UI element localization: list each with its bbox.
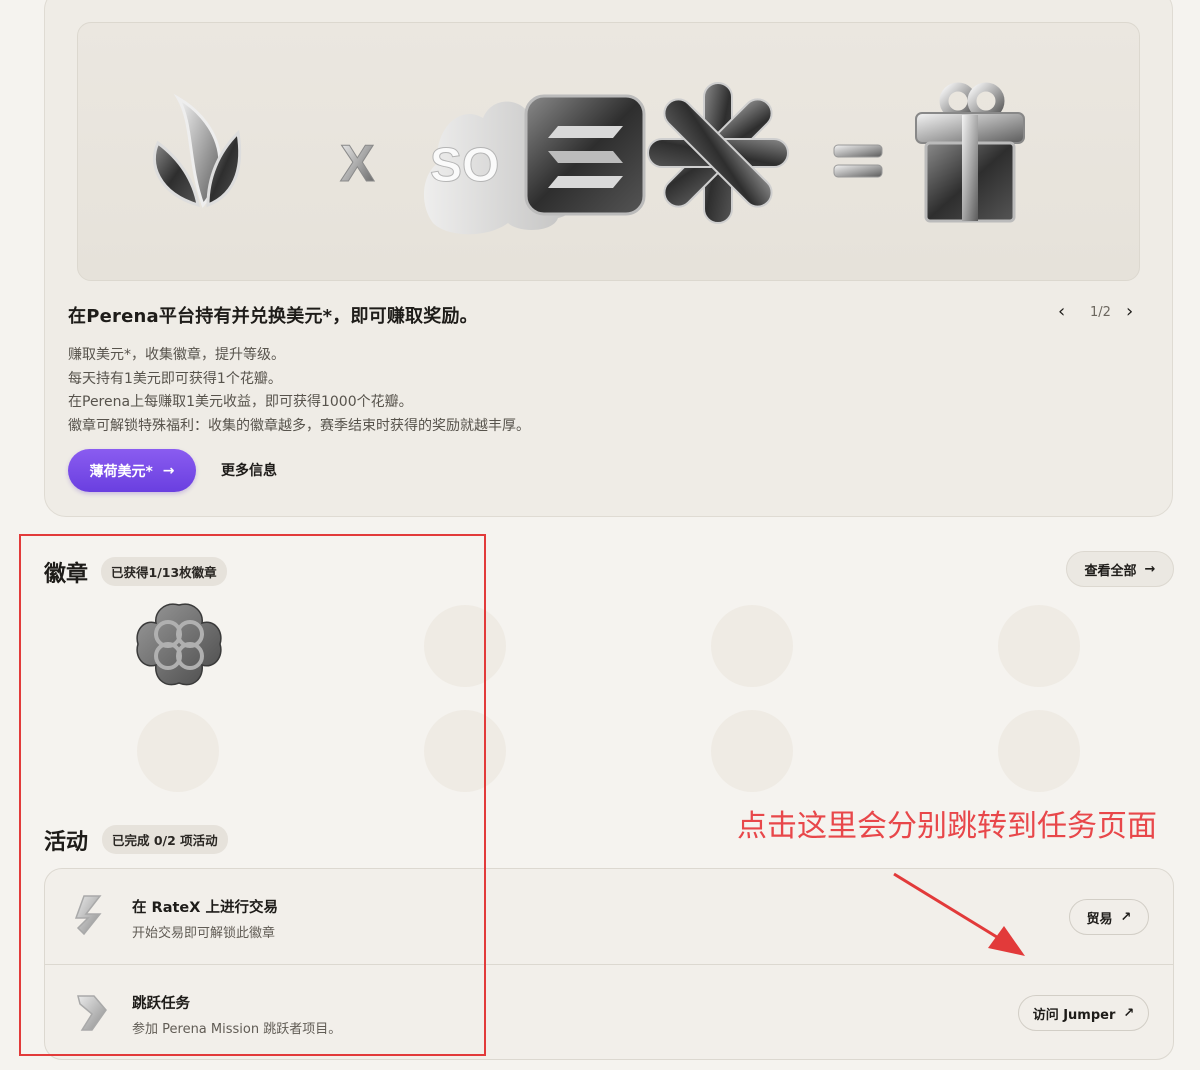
page-counter: 1/2 [1090,305,1111,320]
multiply-symbol: X [340,135,375,193]
locked-badge-placeholder [711,710,793,792]
description-line: 赚取美元*，收集徽章，提升等级。 [68,347,285,363]
trade-label: 贸易 [1086,911,1113,927]
hero-description: 赚取美元*，收集徽章，提升等级。 每天持有1美元即可获得1个花瓣。 在Peren… [68,344,530,438]
chevron-right-icon[interactable]: › [1126,301,1133,322]
locked-badge-placeholder [998,710,1080,792]
annotation-arrow-icon [893,872,1025,956]
description-line: 在Perena上每赚取1美元收益，即可获得1000个花瓣。 [68,394,413,410]
view-all-button[interactable]: 查看全部 → [1066,551,1174,587]
locked-badge-placeholder [711,605,793,687]
external-link-icon: ↗ [1123,1005,1135,1021]
arrow-right-icon: → [1144,561,1156,577]
solana-icon [524,94,646,216]
perena-leaf-icon [152,93,242,208]
view-all-label: 查看全部 [1084,563,1137,579]
equals-icon [833,144,883,178]
times-icon: X [340,135,376,194]
locked-badge-placeholder [998,605,1080,687]
hero-illustration: X SO [152,82,1025,235]
so-text: SO [430,139,499,192]
arrow-right-icon: → [162,462,175,479]
hero-banner: X SO [77,22,1140,281]
mint-usd-label: 薄荷美元* [89,463,153,480]
mint-usd-button[interactable]: 薄荷美元* → [68,449,196,492]
hero-title: 在Perena平台持有并兑换美元*，即可赚取奖励。 [68,306,478,327]
visit-jumper-label: 访问 Jumper [1032,1007,1116,1023]
chevron-left-icon[interactable]: ‹ [1058,301,1065,322]
description-line: 徽章可解锁特殊福利：收集的徽章越多，赛季结束时获得的奖励就越丰厚。 [68,417,530,434]
description-line: 每天持有1美元即可获得1个花瓣。 [68,370,282,387]
annotation-highlight-box [19,534,486,1056]
trade-button[interactable]: 贸易 ↗ [1069,899,1149,935]
external-link-icon: ↗ [1120,909,1132,925]
annotation-text: 点击这里会分别跳转到任务页面 [737,809,1157,844]
asterisk-icon [647,82,789,224]
visit-jumper-button[interactable]: 访问 Jumper ↗ [1018,995,1149,1031]
more-info-link[interactable]: 更多信息 [221,460,277,480]
carousel-pager: ‹ 1/2 › [1058,301,1144,325]
gift-icon [915,82,1025,223]
